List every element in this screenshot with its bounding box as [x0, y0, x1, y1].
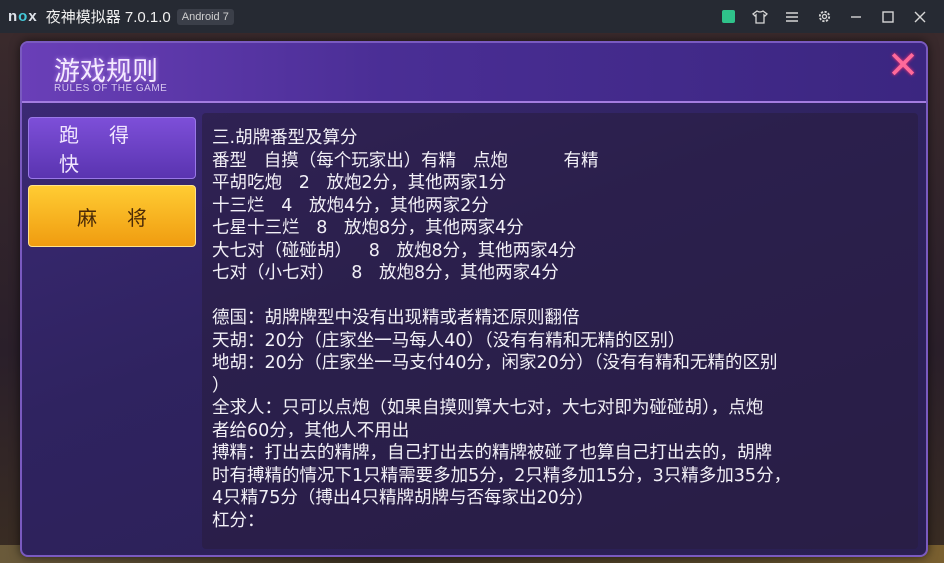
- rules-line: 全求人：只可以点炮（如果自摸则算大七对，大七对即为碰碰胡），点炮: [212, 398, 764, 418]
- rules-line: 番型 自摸（每个玩家出）有精 点炮 有精: [212, 150, 599, 171]
- minimize-icon[interactable]: [840, 0, 872, 33]
- rules-line: 七对（小七对） 8 放炮8分，其他两家4分: [212, 263, 559, 283]
- app-store-icon[interactable]: [712, 0, 744, 33]
- rules-line: ）: [212, 375, 230, 396]
- rules-line: 地胡：20分（庄家坐一马支付40分，闲家20分）（没有有精和无精的区别: [212, 353, 778, 373]
- dialog-subtitle: RULES OF THE GAME: [54, 83, 168, 94]
- close-x-icon: ✕: [887, 43, 919, 87]
- rules-content-panel[interactable]: 三.胡牌番型及算分 番型 自摸（每个玩家出）有精 点炮 有精 平胡吃炮 2 放炮2分…: [202, 113, 918, 549]
- tab-label: 麻将: [77, 205, 177, 230]
- rules-dialog: 游戏规则 RULES OF THE GAME ✕ 跑得快 麻将 三.胡牌番型及算…: [20, 41, 928, 557]
- rules-line: 大七对（碰碰胡） 8 放炮8分，其他两家4分: [212, 240, 577, 261]
- rules-line: 者给60分，其他人不用出: [212, 420, 410, 441]
- tab-majiang[interactable]: 麻将: [28, 185, 196, 247]
- rules-line: 平胡吃炮 2 放炮2分，其他两家1分: [212, 173, 507, 193]
- rules-line: 十三烂 4 放炮4分，其他两家2分: [212, 195, 489, 216]
- game-screen: 游戏规则 RULES OF THE GAME ✕ 跑得快 麻将 三.胡牌番型及算…: [0, 33, 944, 563]
- emulator-title: 夜神模拟器 7.0.1.0: [45, 9, 171, 26]
- tab-paodekuai[interactable]: 跑得快: [28, 117, 196, 179]
- menu-icon[interactable]: [776, 0, 808, 33]
- rules-line: 时有搏精的情况下1只精需要多加5分，2只精多加15分，3只精多加35分，: [212, 465, 792, 486]
- gear-icon[interactable]: [808, 0, 840, 33]
- titlebar-controls: [712, 0, 936, 33]
- nox-logo: nox: [8, 8, 38, 25]
- maximize-icon[interactable]: [872, 0, 904, 33]
- shirt-icon[interactable]: [744, 0, 776, 33]
- rules-line: 搏精：打出去的精牌，自己打出去的精牌被碰了也算自己打出去的，胡牌: [212, 443, 772, 463]
- rules-line: 天胡：20分（庄家坐一马每人40）（没有有精和无精的区别）: [212, 330, 686, 351]
- dialog-close-button[interactable]: ✕: [886, 43, 920, 87]
- emulator-titlebar: nox 夜神模拟器 7.0.1.0 Android 7: [0, 0, 944, 33]
- rules-line: [212, 285, 902, 308]
- rules-text: 三.胡牌番型及算分 番型 自摸（每个玩家出）有精 点炮 有精 平胡吃炮 2 放炮2分…: [212, 127, 902, 532]
- tab-label: 跑得快: [59, 123, 159, 176]
- rules-line: 七星十三烂 8 放炮8分，其他两家4分: [212, 218, 524, 238]
- rules-line: 杠分：: [212, 510, 265, 531]
- dialog-header: 游戏规则 RULES OF THE GAME ✕: [22, 43, 926, 103]
- rules-line: 三.胡牌番型及算分: [212, 128, 358, 148]
- android-version-badge: Android 7: [176, 8, 234, 25]
- rules-line: 德国：胡牌牌型中没有出现精或者精还原则翻倍: [212, 308, 580, 328]
- rules-line: 4只精75分（搏出4只精牌胡牌与否每家出20分）: [212, 488, 594, 508]
- close-icon[interactable]: [904, 0, 936, 33]
